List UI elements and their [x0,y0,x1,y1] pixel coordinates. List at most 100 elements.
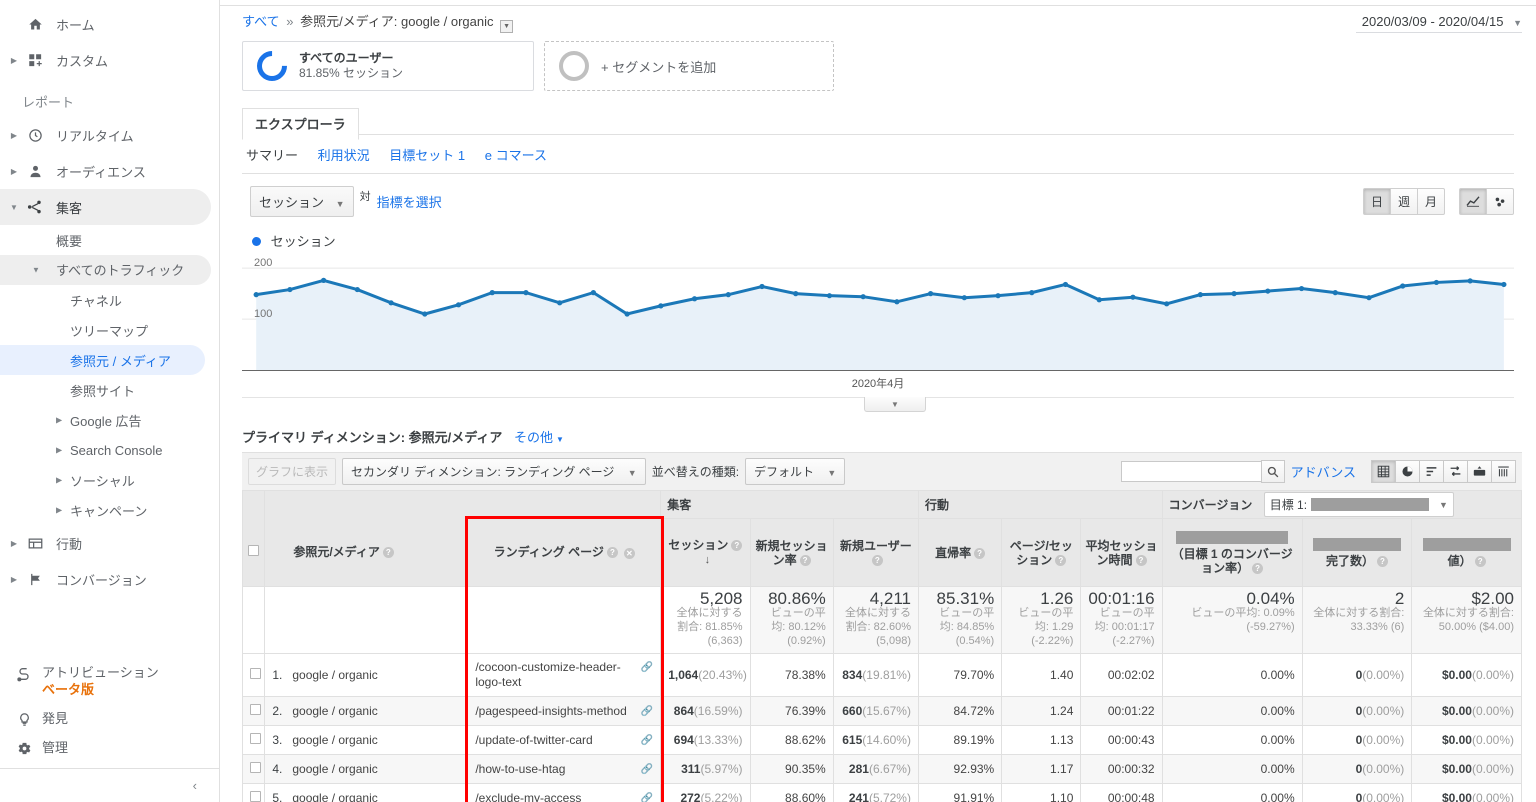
sidebar-collapse-button[interactable]: ‹ [0,768,219,802]
row-landing-page[interactable]: /pagespeed-insights-method [475,704,626,718]
row-checkbox[interactable] [250,762,261,773]
primary-dimension-more[interactable]: その他 ▼ [514,430,564,445]
sidebar-item-all-traffic[interactable]: ▼ すべてのトラフィック [0,255,211,285]
help-icon[interactable]: ? [606,547,618,559]
granularity-week-button[interactable]: 週 [1390,188,1418,215]
row-landing-page[interactable]: /exclude-my-access [475,791,581,802]
help-icon[interactable]: ? [974,547,986,559]
help-icon[interactable]: ? [871,554,883,566]
sort-type-select[interactable]: デフォルト ▼ [745,458,846,485]
external-link-icon[interactable]: 🔗 [637,791,653,802]
sidebar-item-realtime[interactable]: ▶ リアルタイム [0,117,219,153]
sidebar-item-admin[interactable]: 管理 [0,733,219,762]
help-icon[interactable]: ? [1055,554,1067,566]
sidebar-item-treemap[interactable]: ツリーマップ [0,315,219,345]
sidebar-item-social[interactable]: ▶ ソーシャル [0,465,219,495]
secondary-dimension-select[interactable]: セカンダリ ディメンション: ランディング ページ ▼ [342,458,646,485]
row-source-medium[interactable]: google / organic [292,762,377,776]
chart-scroll-handle[interactable]: ▼ [864,397,926,412]
subtab-ecommerce[interactable]: e コマース [485,148,547,163]
external-link-icon[interactable]: 🔗 [637,704,653,719]
sidebar-item-conversions[interactable]: ▶ コンバージョン [0,561,219,597]
row-checkbox[interactable] [250,668,261,679]
granularity-month-button[interactable]: 月 [1417,188,1445,215]
column-header-landing-page[interactable]: ランディング ページ? ✕ [467,518,662,587]
pivot-view-icon[interactable] [1467,460,1492,483]
sidebar-item-discover[interactable]: 発見 [0,704,219,733]
goal-selector[interactable]: 目標 1: ▼ [1263,492,1454,517]
segment-all-users[interactable]: すべてのユーザー 81.85% セッション [242,41,534,91]
row-checkbox-cell[interactable] [241,783,266,802]
chart-plot[interactable]: 200 100 [242,257,1514,370]
sidebar-item-campaigns[interactable]: ▶ キャンペーン [0,495,219,525]
sidebar-item-behavior[interactable]: ▶ 行動 [0,525,219,561]
row-checkbox-cell[interactable] [241,653,266,697]
sort-desc-icon[interactable]: ↓ [701,554,711,566]
column-header-new-users[interactable]: 新規ユーザー? [832,518,919,587]
performance-view-icon[interactable] [1419,460,1444,483]
row-checkbox[interactable] [250,791,261,802]
primary-dimension-value[interactable]: 参照元/メディア [409,430,503,445]
help-icon[interactable]: ? [382,547,394,559]
external-link-icon[interactable]: 🔗 [637,733,653,748]
table-row[interactable]: 5. google / organic 🔗 /exclude-my-access 272… [241,783,1522,802]
add-segment-button[interactable]: + セグメントを追加 [544,41,834,91]
sidebar-item-google-ads[interactable]: ▶ Google 広告 [0,405,219,435]
help-icon[interactable]: ? [731,540,743,551]
tab-explorer[interactable]: エクスプローラ [242,108,359,140]
help-icon[interactable]: ? [1376,555,1388,567]
line-chart-icon[interactable] [1459,188,1487,215]
sidebar-item-source-medium[interactable]: 参照元 / メディア [0,345,205,375]
table-row[interactable]: 2. google / organic 🔗 /pagespeed-insights-m… [241,696,1522,726]
row-landing-page[interactable]: /update-of-twitter-card [475,733,592,747]
primary-metric-select[interactable]: セッション ▼ [250,186,354,217]
sidebar-item-attribution[interactable]: アトリビューション ベータ版 [0,658,219,704]
subtab-usage[interactable]: 利用状況 [318,148,370,163]
select-all-checkbox-cell[interactable] [241,518,266,587]
search-icon[interactable] [1260,460,1285,483]
column-header-goal-completions[interactable]: 完了数）? [1301,518,1413,587]
row-source-medium[interactable]: google / organic [292,733,377,747]
row-source-medium[interactable]: google / organic [292,791,377,802]
search-input[interactable] [1120,461,1261,482]
row-source-medium[interactable]: google / organic [292,668,377,682]
subtab-goal-set-1[interactable]: 目標セット 1 [389,148,465,163]
sidebar-item-acquisition[interactable]: ▼ 集客 [0,189,211,225]
table-row[interactable]: 4. google / organic 🔗 /how-to-use-htag 311(5… [241,754,1522,784]
sidebar-item-audience[interactable]: ▶ オーディエンス [0,153,219,189]
row-landing-page[interactable]: /cocoon-customize-header-logo-text [475,660,620,689]
row-checkbox[interactable] [250,733,261,744]
advanced-filter-link[interactable]: アドバンス [1291,462,1356,481]
comparison-view-icon[interactable] [1443,460,1468,483]
column-header-sessions[interactable]: セッション ? ↓ [660,518,751,587]
breadcrumb[interactable]: すべて » 参照元/メディア: google / organic ▼ [242,11,514,33]
column-header-goal-conversion-rate[interactable]: （目標 1 のコンバージョン率）? [1161,518,1303,587]
table-row[interactable]: 3. google / organic 🔗 /update-of-twitter-ca… [241,725,1522,755]
pie-view-icon[interactable] [1395,460,1420,483]
row-checkbox-cell[interactable] [241,696,266,726]
sidebar-item-overview[interactable]: 概要 [0,225,219,255]
sidebar-item-referrals[interactable]: 参照サイト [0,375,219,405]
help-icon[interactable]: ? [1135,554,1147,566]
column-header-bounce-rate[interactable]: 直帰率? [917,518,1003,587]
sidebar-item-search-console[interactable]: ▶ Search Console [0,435,219,465]
column-header-avg-session-duration[interactable]: 平均セッション時間? [1080,518,1163,587]
sidebar-item-home[interactable]: ホーム [0,6,219,42]
column-header-pages-per-session[interactable]: ページ/セッション? [1001,518,1082,587]
row-checkbox-cell[interactable] [241,754,266,784]
term-cloud-icon[interactable] [1491,460,1516,483]
sidebar-item-custom[interactable]: ▶ カスタム [0,42,219,78]
help-icon[interactable]: ? [1474,555,1486,567]
column-header-goal-value[interactable]: 値）? [1411,518,1522,587]
row-checkbox-cell[interactable] [241,725,266,755]
row-source-medium[interactable]: google / organic [292,704,377,718]
column-header-source-medium[interactable]: 参照元/メディア? [264,518,469,587]
external-link-icon[interactable]: 🔗 [637,660,653,675]
column-header-new-session-rate[interactable]: 新規セッション率? [749,518,834,587]
subtab-summary[interactable]: サマリー [246,148,298,163]
sidebar-item-channels[interactable]: チャネル [0,285,219,315]
date-range-selector[interactable]: 2020/03/09 - 2020/04/15 ▼ [1355,12,1522,33]
table-row[interactable]: 1. google / organic 🔗 /cocoon-customize-hea… [241,653,1522,697]
help-icon[interactable]: ? [1252,562,1264,574]
chevron-down-icon[interactable]: ▼ [500,20,514,33]
